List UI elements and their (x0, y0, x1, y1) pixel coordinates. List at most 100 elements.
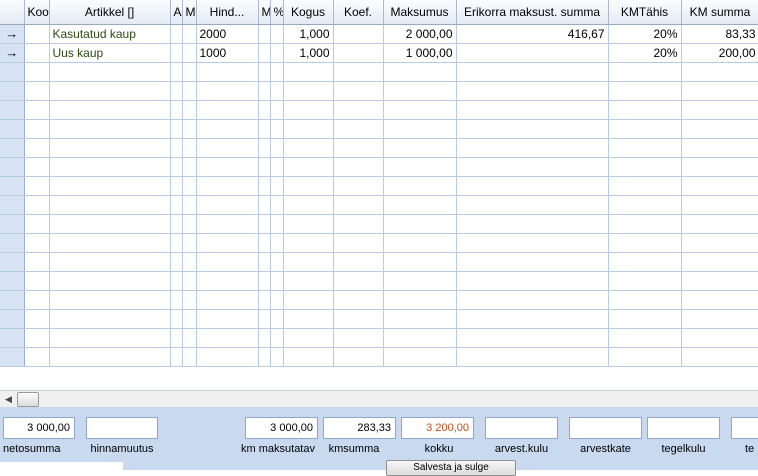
km-maksutatav-field[interactable]: 3 000,00 (245, 417, 318, 439)
empty-cell[interactable] (681, 119, 758, 139)
empty-cell[interactable] (182, 309, 197, 329)
empty-cell[interactable] (283, 100, 334, 120)
empty-cell[interactable] (182, 138, 197, 158)
empty-cell[interactable] (333, 157, 384, 177)
empty-cell[interactable] (383, 62, 457, 82)
empty-cell[interactable] (333, 214, 384, 234)
empty-cell[interactable] (258, 100, 271, 120)
cell-kmsumma[interactable]: 200,00 (681, 43, 758, 63)
empty-cell[interactable] (258, 157, 271, 177)
empty-cell[interactable] (681, 309, 758, 329)
empty-cell[interactable] (170, 328, 183, 348)
empty-cell[interactable] (383, 271, 457, 291)
empty-cell[interactable] (49, 347, 171, 367)
empty-cell[interactable] (383, 290, 457, 310)
cell-a[interactable] (170, 24, 183, 44)
row-indicator[interactable] (0, 176, 25, 196)
empty-cell[interactable] (49, 195, 171, 215)
empty-cell[interactable] (49, 290, 171, 310)
empty-cell[interactable] (170, 195, 183, 215)
cell-m2[interactable] (258, 24, 271, 44)
header-koef[interactable]: Koef. (333, 0, 384, 25)
row-indicator[interactable] (0, 347, 25, 367)
empty-cell[interactable] (283, 347, 334, 367)
empty-row[interactable] (0, 81, 758, 101)
empty-cell[interactable] (383, 100, 457, 120)
empty-cell[interactable] (608, 195, 682, 215)
empty-row[interactable] (0, 290, 758, 310)
empty-row[interactable] (0, 233, 758, 253)
row-indicator[interactable] (0, 290, 25, 310)
empty-cell[interactable] (383, 195, 457, 215)
empty-cell[interactable] (24, 290, 50, 310)
empty-cell[interactable] (49, 176, 171, 196)
empty-cell[interactable] (170, 290, 183, 310)
empty-cell[interactable] (608, 81, 682, 101)
empty-cell[interactable] (258, 347, 271, 367)
empty-cell[interactable] (170, 271, 183, 291)
cell-erikorra[interactable]: 416,67 (456, 24, 609, 44)
empty-cell[interactable] (49, 252, 171, 272)
empty-cell[interactable] (383, 252, 457, 272)
empty-cell[interactable] (270, 62, 284, 82)
empty-cell[interactable] (333, 271, 384, 291)
arvest-kulu-field[interactable] (485, 417, 558, 439)
table-row[interactable]: → Kasutatud kaup 2000 1,000 2 000,00 416… (0, 24, 758, 44)
empty-cell[interactable] (283, 195, 334, 215)
empty-cell[interactable] (24, 233, 50, 253)
empty-cell[interactable] (196, 252, 259, 272)
table-row[interactable]: → Uus kaup 1000 1,000 1 000,00 20% 200,0… (0, 43, 758, 63)
empty-cell[interactable] (258, 138, 271, 158)
cell-koo[interactable] (24, 43, 50, 63)
empty-cell[interactable] (170, 347, 183, 367)
empty-cell[interactable] (283, 214, 334, 234)
empty-cell[interactable] (49, 157, 171, 177)
empty-cell[interactable] (608, 157, 682, 177)
empty-cell[interactable] (182, 271, 197, 291)
empty-cell[interactable] (333, 176, 384, 196)
empty-cell[interactable] (24, 119, 50, 139)
empty-cell[interactable] (681, 138, 758, 158)
empty-cell[interactable] (456, 138, 609, 158)
empty-cell[interactable] (456, 309, 609, 329)
empty-cell[interactable] (24, 271, 50, 291)
cell-kmsumma[interactable]: 83,33 (681, 24, 758, 44)
row-indicator[interactable] (0, 62, 25, 82)
arvestkate-field[interactable] (569, 417, 642, 439)
empty-cell[interactable] (270, 271, 284, 291)
empty-row[interactable] (0, 328, 758, 348)
empty-cell[interactable] (333, 347, 384, 367)
empty-cell[interactable] (333, 195, 384, 215)
empty-cell[interactable] (681, 62, 758, 82)
empty-cell[interactable] (681, 157, 758, 177)
empty-cell[interactable] (270, 214, 284, 234)
empty-cell[interactable] (608, 309, 682, 329)
cell-kogus[interactable]: 1,000 (283, 24, 334, 44)
empty-cell[interactable] (196, 347, 259, 367)
empty-cell[interactable] (196, 119, 259, 139)
empty-cell[interactable] (24, 347, 50, 367)
row-indicator[interactable] (0, 157, 25, 177)
empty-cell[interactable] (333, 119, 384, 139)
empty-cell[interactable] (170, 252, 183, 272)
empty-cell[interactable] (456, 119, 609, 139)
row-indicator[interactable]: → (0, 24, 25, 44)
empty-cell[interactable] (270, 119, 284, 139)
empty-cell[interactable] (270, 100, 284, 120)
kokku-field[interactable]: 3 200,00 (401, 417, 474, 439)
cell-erikorra[interactable] (456, 43, 609, 63)
empty-cell[interactable] (681, 252, 758, 272)
empty-cell[interactable] (49, 81, 171, 101)
cell-maksumus[interactable]: 1 000,00 (383, 43, 457, 63)
empty-cell[interactable] (383, 347, 457, 367)
empty-cell[interactable] (196, 62, 259, 82)
row-indicator[interactable] (0, 309, 25, 329)
header-kogus[interactable]: Kogus (283, 0, 334, 25)
cell-m[interactable] (182, 24, 197, 44)
empty-row[interactable] (0, 309, 758, 329)
empty-cell[interactable] (258, 81, 271, 101)
empty-cell[interactable] (258, 214, 271, 234)
empty-cell[interactable] (170, 100, 183, 120)
empty-cell[interactable] (270, 290, 284, 310)
empty-cell[interactable] (456, 157, 609, 177)
